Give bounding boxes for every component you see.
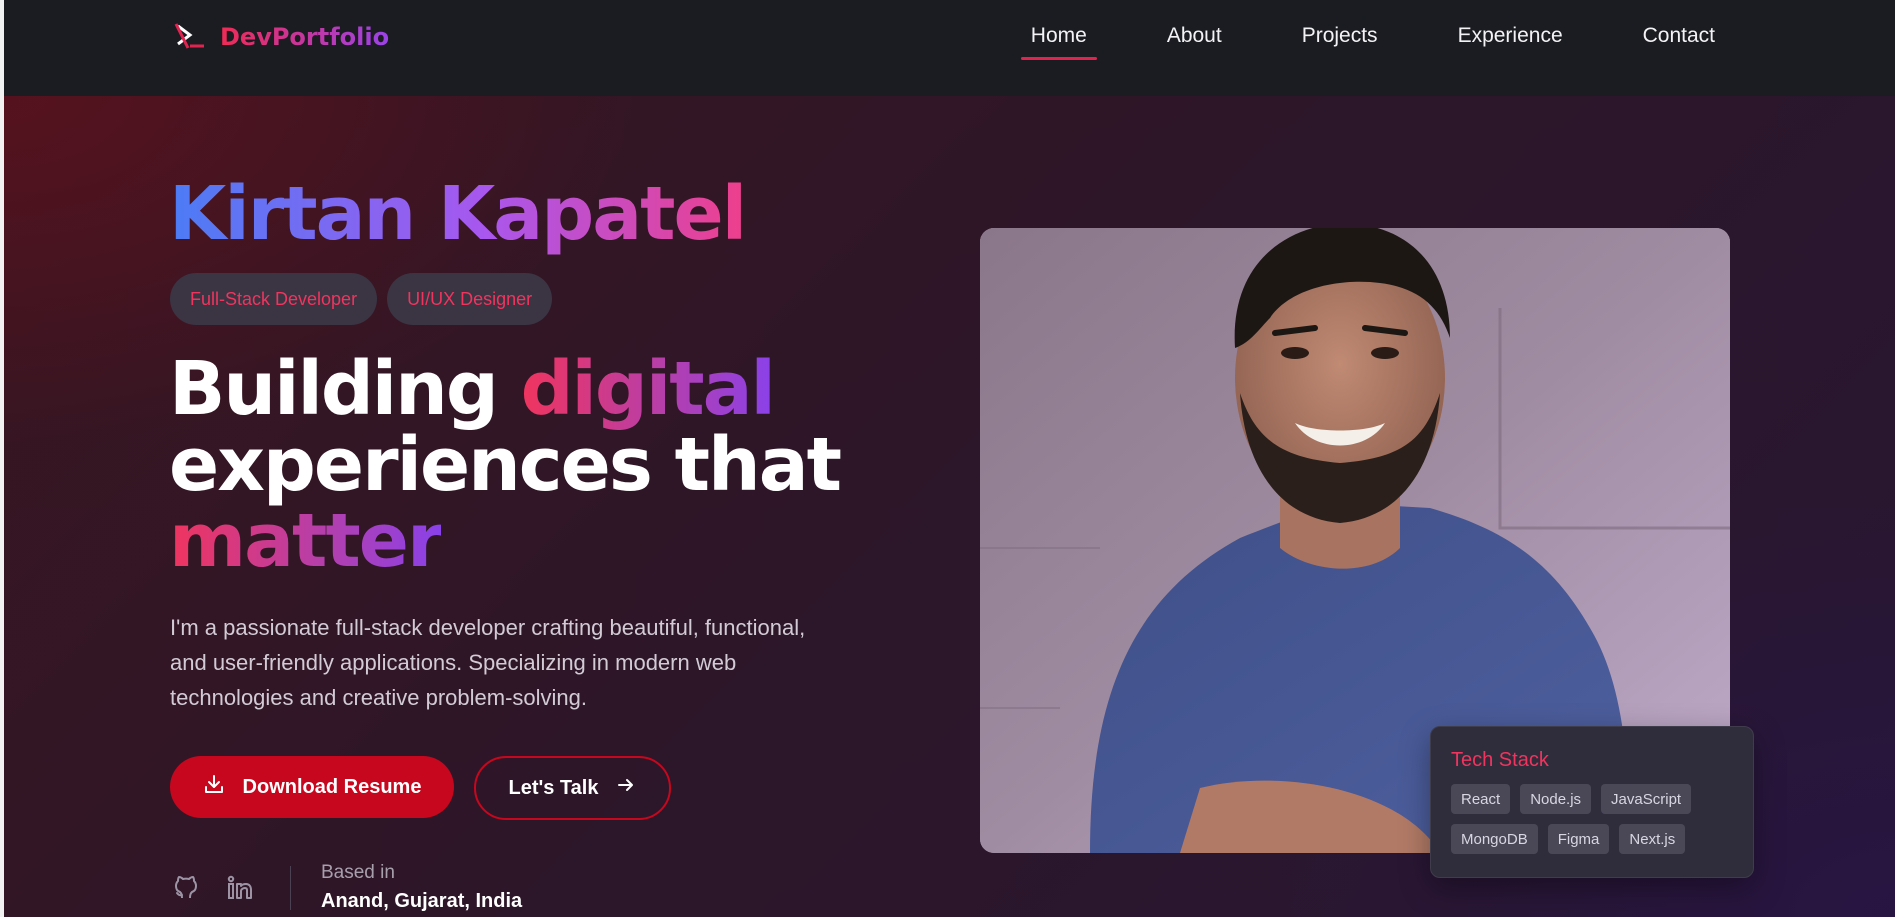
tech-stack-card: Tech Stack React Node.js JavaScript Mong… — [1430, 726, 1754, 878]
nav-link-about[interactable]: About — [1157, 24, 1232, 48]
hero-headline: Building digital experiences that matter — [169, 351, 842, 579]
tech-tag: Next.js — [1619, 824, 1686, 854]
location-value: Anand, Gujarat, India — [321, 890, 523, 912]
tech-tag: Figma — [1547, 824, 1610, 854]
social-links: Based in Anand, Gujarat, India — [172, 862, 522, 913]
logo-icon — [174, 22, 208, 52]
tech-stack-title: Tech Stack — [1451, 749, 1549, 771]
main-nav: Home About Projects Experience Contact — [1020, 0, 1725, 72]
location-label: Based in — [321, 862, 395, 883]
headline-highlight: matter — [169, 498, 443, 584]
nav-link-home[interactable]: Home — [1020, 24, 1097, 60]
tech-stack-tags: React Node.js JavaScript MongoDB Figma N… — [1451, 784, 1741, 854]
headline-text: Building — [169, 346, 521, 432]
hero-name: Kirtan Kapatel — [169, 171, 747, 257]
linkedin-icon[interactable] — [226, 874, 254, 902]
role-badge: UI/UX Designer — [387, 273, 553, 325]
location-block: Based in Anand, Gujarat, India — [321, 862, 522, 913]
download-resume-label: Download Resume — [242, 775, 422, 798]
github-icon[interactable] — [172, 874, 200, 902]
lets-talk-button[interactable]: Let's Talk — [474, 756, 671, 820]
window-edge — [0, 0, 4, 917]
arrow-right-icon — [616, 775, 636, 801]
role-badge: Full-Stack Developer — [170, 273, 378, 325]
download-icon — [203, 773, 225, 801]
headline-text: experiences that — [169, 422, 842, 508]
download-resume-button[interactable]: Download Resume — [170, 756, 454, 818]
nav-link-experience[interactable]: Experience — [1448, 24, 1573, 48]
divider — [290, 865, 291, 910]
hero-intro: I'm a passionate full-stack developer cr… — [170, 615, 806, 710]
brand-name: DevPortfolio — [220, 23, 390, 51]
role-badges: Full-Stack Developer UI/UX Designer — [170, 273, 553, 325]
lets-talk-label: Let's Talk — [508, 776, 599, 799]
tech-tag: React — [1451, 784, 1511, 814]
brand-logo[interactable]: DevPortfolio — [174, 22, 389, 52]
nav-link-projects[interactable]: Projects — [1292, 24, 1388, 48]
headline-highlight: digital — [520, 346, 776, 432]
tech-tag: JavaScript — [1601, 784, 1692, 814]
tech-tag: MongoDB — [1451, 824, 1538, 854]
tech-tag: Node.js — [1520, 784, 1592, 814]
nav-link-contact[interactable]: Contact — [1633, 24, 1725, 48]
navbar: DevPortfolio Home About Projects Experie… — [4, 0, 1895, 96]
